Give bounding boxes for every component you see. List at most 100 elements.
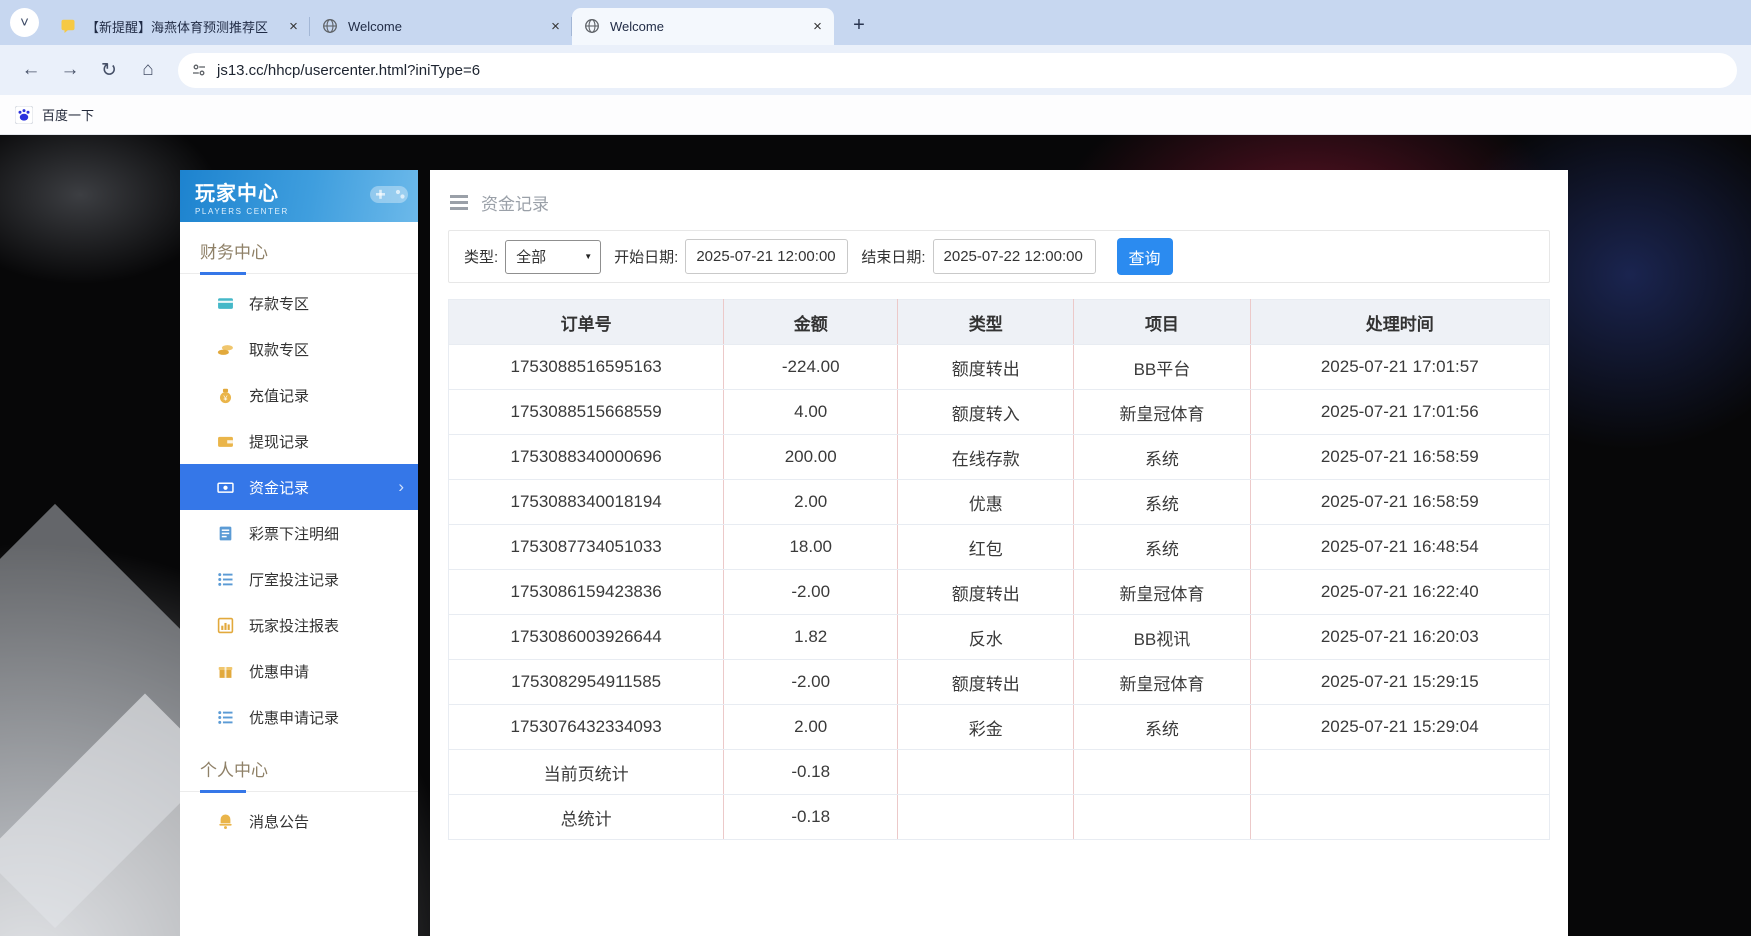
gamepad-icon [368,182,410,213]
promo-record-icon [216,709,234,726]
table-cell: 2025-07-21 16:58:59 [1250,480,1549,525]
sidebar-section-title: 个人中心 [180,740,418,792]
sidebar-item-cashout-record[interactable]: 提现记录 [180,418,418,464]
sidebar-item-label: 优惠申请记录 [249,707,339,728]
table-cell: BB平台 [1074,345,1250,390]
tabs-container: 【新提醒】海燕体育预测推荐区 × Welcome × Welcome × [48,0,834,45]
table-cell: 新皇冠体育 [1074,660,1250,705]
table-cell: 200.00 [724,435,898,480]
table-cell: 2025-07-21 16:48:54 [1250,525,1549,570]
browser-tab[interactable]: Welcome × [572,8,834,45]
table-cell [1250,795,1549,840]
table-row: 总统计-0.18 [449,795,1550,840]
start-date-label: 开始日期: [614,246,678,267]
table-cell: 新皇冠体育 [1074,390,1250,435]
sidebar-item-label: 消息公告 [249,811,309,832]
table-cell: 新皇冠体育 [1074,570,1250,615]
table-cell: 当前页统计 [449,750,724,795]
forward-button[interactable]: → [53,53,87,87]
table-cell: -0.18 [724,750,898,795]
table-cell [1074,795,1250,840]
table-cell [898,795,1074,840]
tab-close-icon[interactable]: × [545,16,566,37]
deposit-card-icon [216,295,234,312]
new-tab-button[interactable]: + [844,10,874,40]
table-row: 17530860039266441.82反水BB视讯2025-07-21 16:… [449,615,1550,660]
filter-bar: 类型: 全部 ▼ 开始日期: 结束日期: 查询 [448,230,1550,283]
table-cell [1074,750,1250,795]
sidebar-item-withdraw-coins[interactable]: 取款专区 [180,326,418,372]
sidebar-item-recharge-record[interactable]: ¥充值记录 [180,372,418,418]
page-title: 资金记录 [481,190,549,215]
sidebar-item-label: 彩票下注明细 [249,523,339,544]
table-cell: 在线存款 [898,435,1074,480]
cashout-record-icon [216,433,234,450]
table-cell: 额度转出 [898,345,1074,390]
tab-title: 【新提醒】海燕体育预测推荐区 [86,17,277,36]
sidebar-item-lottery-detail[interactable]: 彩票下注明细 [180,510,418,556]
table-cell [1250,750,1549,795]
table-cell: 2025-07-21 15:29:15 [1250,660,1549,705]
back-button[interactable]: ← [14,53,48,87]
home-button[interactable]: ⌂ [131,53,165,87]
url-text[interactable]: js13.cc/hhcp/usercenter.html?iniType=6 [217,62,480,79]
browser-window: ˅ 【新提醒】海燕体育预测推荐区×Welcome×Welcome× + ← → … [0,0,1751,936]
table-header-cell: 类型 [898,300,1074,345]
sidebar-item-promo-record[interactable]: 优惠申请记录 [180,694,418,740]
table-row: 17530764323340932.00彩金系统2025-07-21 15:29… [449,705,1550,750]
table-cell: 系统 [1074,705,1250,750]
sidebar-item-bell[interactable]: 消息公告 [180,798,418,844]
table-header-cell: 金额 [724,300,898,345]
bet-report-icon [216,617,234,634]
table-cell: 2.00 [724,705,898,750]
table-cell: 2025-07-21 17:01:56 [1250,390,1549,435]
table-cell: 1753082954911585 [449,660,724,705]
globe-favicon [322,18,339,35]
end-date-input[interactable] [933,239,1096,274]
menu-icon[interactable] [450,201,468,204]
table-cell: 红包 [898,525,1074,570]
table-cell: -0.18 [724,795,898,840]
table-cell: 额度转入 [898,390,1074,435]
tab-title: Welcome [610,19,801,34]
sidebar-item-bet-report[interactable]: 玩家投注报表 [180,602,418,648]
site-settings-icon[interactable] [191,62,207,78]
table-cell: BB视讯 [1074,615,1250,660]
table-cell: 2.00 [724,480,898,525]
sidebar-item-promo-apply[interactable]: 优惠申请 [180,648,418,694]
table-cell: 1753088515668559 [449,390,724,435]
sidebar-item-deposit-card[interactable]: 存款专区 [180,280,418,326]
address-bar[interactable]: js13.cc/hhcp/usercenter.html?iniType=6 [178,53,1737,88]
tab-close-icon[interactable]: × [283,16,304,37]
table-row: 175308773405103318.00红包系统2025-07-21 16:4… [449,525,1550,570]
table-body: 1753088516595163-224.00额度转出BB平台2025-07-2… [449,345,1550,840]
table-row: 1753082954911585-2.00额度转出新皇冠体育2025-07-21… [449,660,1550,705]
page-content: 玩家中心 PLAYERS CENTER 财务中心存款专区取款专区¥充值记录提现记… [0,135,1751,936]
browser-tab[interactable]: 【新提醒】海燕体育预测推荐区 × [48,8,310,45]
tab-title: Welcome [348,19,539,34]
type-select[interactable]: 全部 ▼ [505,240,601,274]
sidebar-item-hall-bet-record[interactable]: 厅室投注记录 [180,556,418,602]
bookmark-baidu[interactable]: 百度一下 [15,105,94,124]
sidebar-item-label: 存款专区 [249,293,309,314]
sidebar-item-label: 充值记录 [249,385,309,406]
table-row: 17530885156685594.00额度转入新皇冠体育2025-07-21 … [449,390,1550,435]
start-date-input[interactable] [685,239,848,274]
table-header-cell: 处理时间 [1250,300,1549,345]
sidebar-item-funds-record[interactable]: 资金记录› [180,464,418,510]
table-header-cell: 订单号 [449,300,724,345]
bookmarks-bar: 百度一下 [0,95,1751,135]
table-row: 17530883400181942.00优惠系统2025-07-21 16:58… [449,480,1550,525]
funds-record-icon [216,479,234,496]
tab-close-icon[interactable]: × [807,16,828,37]
browser-tab[interactable]: Welcome × [310,8,572,45]
tab-search-button[interactable]: ˅ [10,8,39,37]
table-cell [898,750,1074,795]
table-cell: -2.00 [724,660,898,705]
reload-button[interactable]: ↻ [92,53,126,87]
search-button[interactable]: 查询 [1117,238,1173,275]
table-row: 1753088516595163-224.00额度转出BB平台2025-07-2… [449,345,1550,390]
table-cell: 1.82 [724,615,898,660]
sidebar-item-label: 厅室投注记录 [249,569,339,590]
sidebar-item-label: 资金记录 [249,477,309,498]
